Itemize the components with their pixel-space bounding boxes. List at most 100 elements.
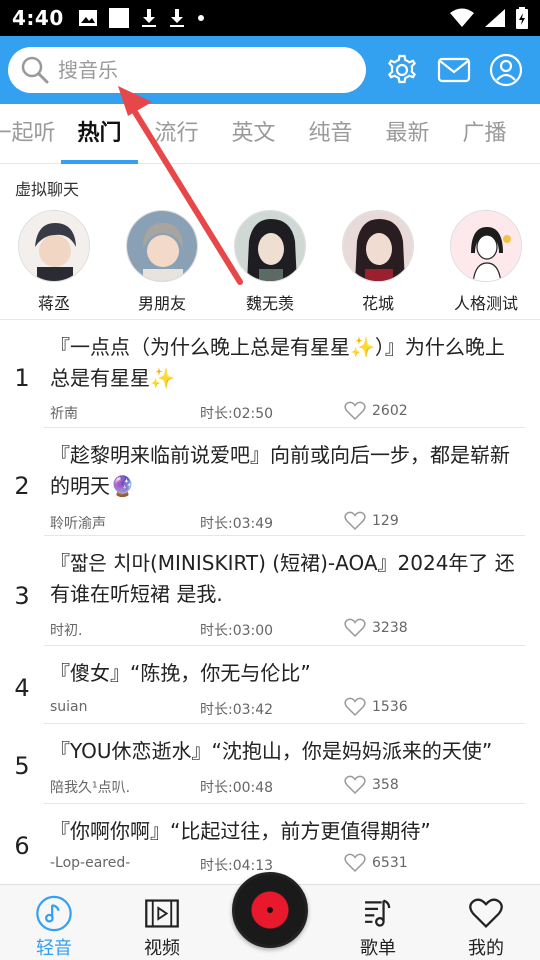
character-name: 魏无羡 [245,294,294,313]
nav-light-music[interactable]: 轻音 [0,885,108,960]
square-icon [108,8,129,28]
settings-button[interactable] [384,52,420,88]
song-user: 时初. [50,623,83,639]
search-icon [21,56,49,84]
search-input[interactable] [58,58,328,82]
download-icon [141,9,156,27]
character-name: 蒋丞 [37,294,70,313]
character-item[interactable]: 花城 [324,210,432,314]
tab-english[interactable]: 英文 [215,104,292,164]
like-count[interactable]: 129 [344,511,399,531]
character-name: 人格测试 [453,294,518,313]
song-row[interactable]: 3 『짧은 치마(MINISKIRT) (短裙)-AOA』2024年了 还有谁在… [0,536,540,646]
heart-icon [344,775,366,795]
like-count-value: 1536 [372,699,408,715]
film-icon [145,899,179,928]
like-count-value: 129 [372,513,399,529]
song-duration: 时长:03:49 [200,516,274,532]
search-bar[interactable] [8,47,366,93]
song-rank: 5 [14,752,30,780]
like-count[interactable]: 1536 [344,697,408,717]
heart-icon [344,697,366,717]
character-item[interactable]: 魏无羡 [216,210,324,314]
playlist-icon [365,899,391,927]
app-header [0,36,540,104]
avatar [234,210,306,282]
status-time: 4:40 [12,6,64,30]
song-user: 聆听渝声 [50,516,106,532]
nav-label: 轻音 [36,938,72,959]
tab-instrumental[interactable]: 纯音 [292,104,369,164]
song-title: 『YOU休恋逝水』“沈抱山，你是妈妈派来的天使” [50,739,493,763]
song-user: 陪我久¹点叭. [50,780,131,796]
tab-latest[interactable]: 最新 [369,104,446,164]
gear-icon [388,54,416,84]
tab-hot[interactable]: 热门 [61,104,138,164]
song-row[interactable]: 1 『一点点（为什么晚上总是有星星✨）』为什么晚上总是有星星✨ 祈南 时长:02… [0,320,540,428]
battery-icon [516,7,528,29]
mail-icon [437,57,471,83]
nav-label: 歌单 [360,938,396,959]
song-row[interactable]: 4 『傻女』“陈挽，你无与伦比” suian 时长:03:42 1536 [0,646,540,724]
wifi-icon [450,8,474,27]
song-duration: 时长:00:48 [200,780,274,796]
category-tabs: 一起听 热门 流行 英文 纯音 最新 广播 [0,104,540,164]
song-title: 『趁黎明来临前说爱吧』向前或向后一步，都是崭新的明天🔮 [50,443,510,498]
song-row[interactable]: 2 『趁黎明来临前说爱吧』向前或向后一步，都是崭新的明天🔮 聆听渝声 时长:03… [0,428,540,536]
song-rank: 2 [14,472,30,500]
song-rank: 4 [14,674,30,702]
signal-icon [485,9,505,27]
tab-radio[interactable]: 广播 [446,104,523,164]
nav-label: 视频 [144,938,180,959]
like-count-value: 2602 [372,403,408,419]
heart-icon [344,511,366,531]
like-count-value: 358 [372,777,399,793]
character-list: 蒋丞 男朋友 魏无羡 花城 人格测试 [0,210,540,314]
song-user: -Lop-eared- [50,855,131,871]
song-user: 祈南 [50,406,78,422]
song-title: 『傻女』“陈挽，你无与伦比” [50,661,311,685]
avatar [342,210,414,282]
song-duration: 时长:03:42 [200,702,274,718]
avatar [126,210,198,282]
song-rank: 6 [14,832,30,860]
music-note-icon [36,895,72,932]
song-title: 『짧은 치마(MINISKIRT) (短裙)-AOA』2024年了 还有谁在听短… [50,551,515,606]
section-title-virtual-chat: 虚拟聊天 [15,180,80,199]
song-duration: 时长:02:50 [200,406,274,422]
user-icon [489,53,523,87]
character-item[interactable]: 男朋友 [108,210,216,314]
tab-together[interactable]: 一起听 [0,104,61,164]
messages-button[interactable] [436,52,472,88]
avatar [18,210,90,282]
like-count-value: 3238 [372,620,408,636]
tab-pop[interactable]: 流行 [138,104,215,164]
like-count[interactable]: 6531 [344,853,408,873]
song-row[interactable]: 5 『YOU休恋逝水』“沈抱山，你是妈妈派来的天使” 陪我久¹点叭. 时长:00… [0,724,540,804]
avatar [450,210,522,282]
song-list: 1 『一点点（为什么晚上总是有星星✨）』为什么晚上总是有星星✨ 祈南 时长:02… [0,320,540,884]
status-bar: 4:40 [0,0,540,36]
like-count[interactable]: 2602 [344,401,408,421]
song-user: suian [50,699,88,715]
heart-icon [344,401,366,421]
profile-button[interactable] [488,52,524,88]
song-duration: 时长:03:00 [200,623,274,639]
nav-mine[interactable]: 我的 [432,885,540,960]
like-count[interactable]: 3238 [344,618,408,638]
now-playing-disc[interactable] [232,872,308,948]
character-item[interactable]: 蒋丞 [0,210,108,314]
song-title: 『你啊你啊』“比起过往，前方更值得期待” [50,819,431,843]
image-icon [78,10,97,26]
download-icon [169,9,184,27]
character-item[interactable]: 人格测试 [432,210,540,314]
song-title: 『一点点（为什么晚上总是有星星✨）』为什么晚上总是有星星✨ [50,335,505,390]
character-name: 男朋友 [137,294,186,313]
nav-video[interactable]: 视频 [108,885,216,960]
heart-icon [344,618,366,638]
nav-label: 我的 [468,938,504,959]
dot-icon [197,15,204,21]
character-name: 花城 [361,294,394,313]
nav-playlist[interactable]: 歌单 [324,885,432,960]
like-count[interactable]: 358 [344,775,399,795]
